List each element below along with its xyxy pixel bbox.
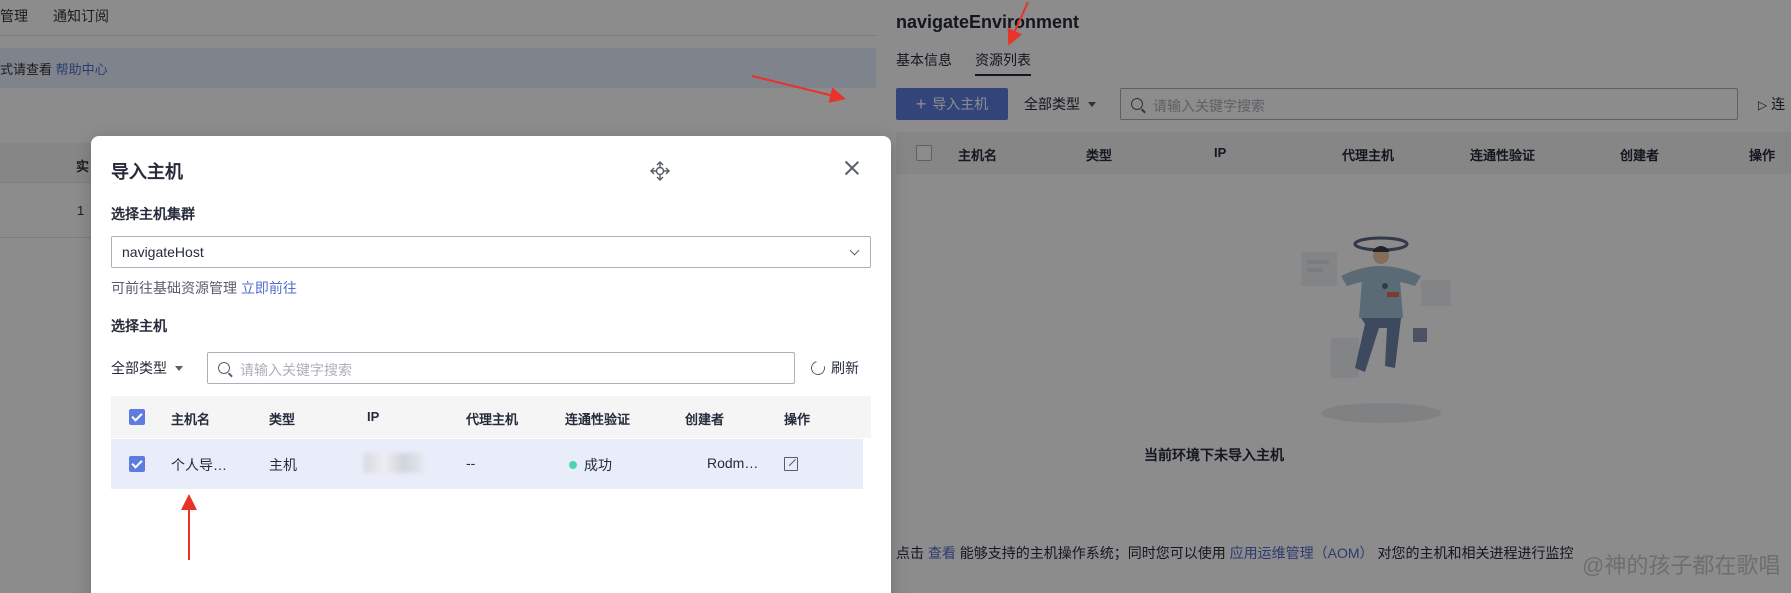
modal-header-actions: 操作 bbox=[784, 412, 811, 427]
modal-search-placeholder: 请输入关键字搜索 bbox=[240, 362, 352, 378]
chevron-down-icon bbox=[849, 245, 860, 256]
cluster-label: 选择主机集群 bbox=[111, 206, 195, 222]
import-host-dialog: 导入主机 选择主机集群 navigateHost 可前往基础资源管理 立即前往 … bbox=[91, 136, 891, 593]
select-all-checkbox-checked[interactable] bbox=[129, 409, 145, 425]
cluster-select-value: navigateHost bbox=[122, 244, 204, 260]
close-icon[interactable] bbox=[844, 160, 860, 176]
row-ip-redacted bbox=[364, 453, 424, 473]
host-label: 选择主机 bbox=[111, 318, 167, 334]
refresh-label: 刷新 bbox=[831, 360, 859, 376]
table-row[interactable]: 个人导… 主机 -- 成功 Rodm… bbox=[111, 439, 863, 489]
move-icon[interactable] bbox=[649, 160, 671, 182]
modal-header-hostname[interactable]: 主机名 bbox=[171, 409, 210, 428]
row-creator: Rodm… bbox=[707, 455, 759, 471]
row-checkbox-checked[interactable] bbox=[129, 456, 145, 472]
edit-icon[interactable] bbox=[784, 457, 798, 471]
hint-text: 可前往基础资源管理 bbox=[111, 280, 241, 296]
search-icon bbox=[218, 362, 230, 374]
modal-header-type[interactable]: 类型 bbox=[269, 409, 295, 428]
refresh-icon bbox=[808, 358, 828, 378]
modal-type-filter[interactable]: 全部类型 bbox=[111, 358, 183, 378]
row-type: 主机 bbox=[269, 457, 297, 473]
dialog-title: 导入主机 bbox=[111, 162, 183, 182]
success-status-dot bbox=[569, 461, 577, 469]
modal-header-connectivity[interactable]: 连通性验证 bbox=[565, 409, 630, 428]
modal-header-proxy[interactable]: 代理主机 bbox=[466, 409, 518, 428]
modal-search-input[interactable]: 请输入关键字搜索 bbox=[207, 352, 795, 384]
modal-table-header: 主机名 类型 IP 代理主机 连通性验证 创建者 操作 bbox=[111, 396, 871, 438]
refresh-button[interactable]: 刷新 bbox=[808, 358, 859, 378]
go-now-link[interactable]: 立即前往 bbox=[241, 280, 297, 296]
row-proxy: -- bbox=[466, 455, 476, 471]
row-status: 成功 bbox=[584, 457, 612, 473]
resource-hint: 可前往基础资源管理 立即前往 bbox=[111, 278, 297, 298]
cluster-select[interactable]: navigateHost bbox=[111, 236, 871, 268]
modal-header-creator[interactable]: 创建者 bbox=[685, 409, 724, 428]
row-hostname: 个人导… bbox=[171, 457, 227, 473]
caret-down-icon bbox=[175, 365, 183, 371]
modal-type-filter-label: 全部类型 bbox=[111, 360, 167, 376]
modal-header-ip[interactable]: IP bbox=[367, 409, 379, 424]
